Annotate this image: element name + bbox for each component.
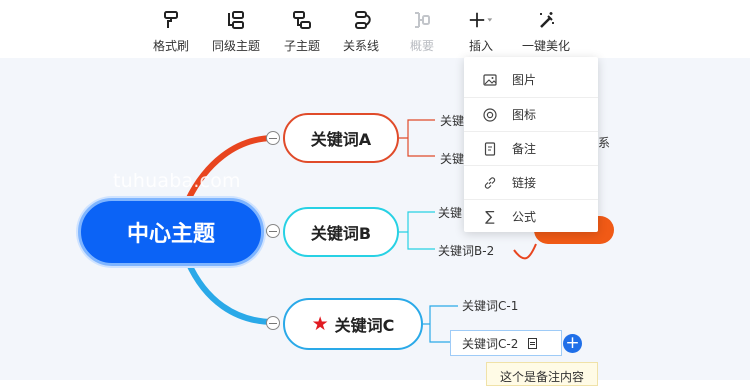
subtopic-c2-label: 关键词C-2	[462, 336, 519, 351]
hidden-relation-text: 系	[598, 136, 611, 150]
subtopic-c1[interactable]: 关键词C-1	[462, 297, 518, 314]
topic-c-label: 关键词C	[334, 316, 395, 335]
subtopic-a2[interactable]: 关键	[440, 150, 464, 167]
subtopic-a1[interactable]: 关键	[440, 112, 464, 129]
topic-c[interactable]: ★ 关键词C	[283, 298, 423, 350]
watermark: tuhuaba.com	[113, 170, 241, 192]
collapse-toggle-c[interactable]	[266, 316, 280, 330]
sigma-icon: ∑	[485, 208, 495, 225]
topic-a-label: 关键词A	[310, 130, 372, 149]
subtopic-b2[interactable]: 关键词B-2	[438, 242, 494, 259]
insert-dropdown-menu: 图片 图标 备注 链接 ∑ 公式	[464, 57, 598, 232]
central-topic[interactable]: 中心主题	[78, 198, 264, 266]
note-doc-icon	[482, 141, 498, 157]
target-icon	[482, 107, 498, 123]
image-icon	[482, 72, 498, 88]
topic-a[interactable]: 关键词A	[283, 113, 399, 163]
link-icon	[482, 175, 498, 191]
topic-b-label: 关键词B	[310, 224, 372, 243]
insert-image-item[interactable]: 图片	[464, 63, 598, 96]
note-tooltip: 这个是备注内容	[486, 362, 598, 386]
insert-icon-item[interactable]: 图标	[464, 98, 598, 131]
note-icon[interactable]	[528, 337, 538, 349]
insert-link-item[interactable]: 链接	[464, 166, 598, 199]
collapse-toggle-a[interactable]	[266, 131, 280, 145]
subtopic-b1[interactable]: 关键	[438, 204, 462, 221]
collapse-toggle-b[interactable]	[266, 224, 280, 238]
subtopic-c2-selected[interactable]: 关键词C-2	[450, 330, 562, 356]
topic-b[interactable]: 关键词B	[283, 207, 399, 257]
star-icon: ★	[311, 313, 329, 335]
add-child-button[interactable]: +	[563, 334, 582, 353]
insert-note-item[interactable]: 备注	[464, 132, 598, 165]
insert-formula-item[interactable]: ∑ 公式	[464, 200, 598, 233]
